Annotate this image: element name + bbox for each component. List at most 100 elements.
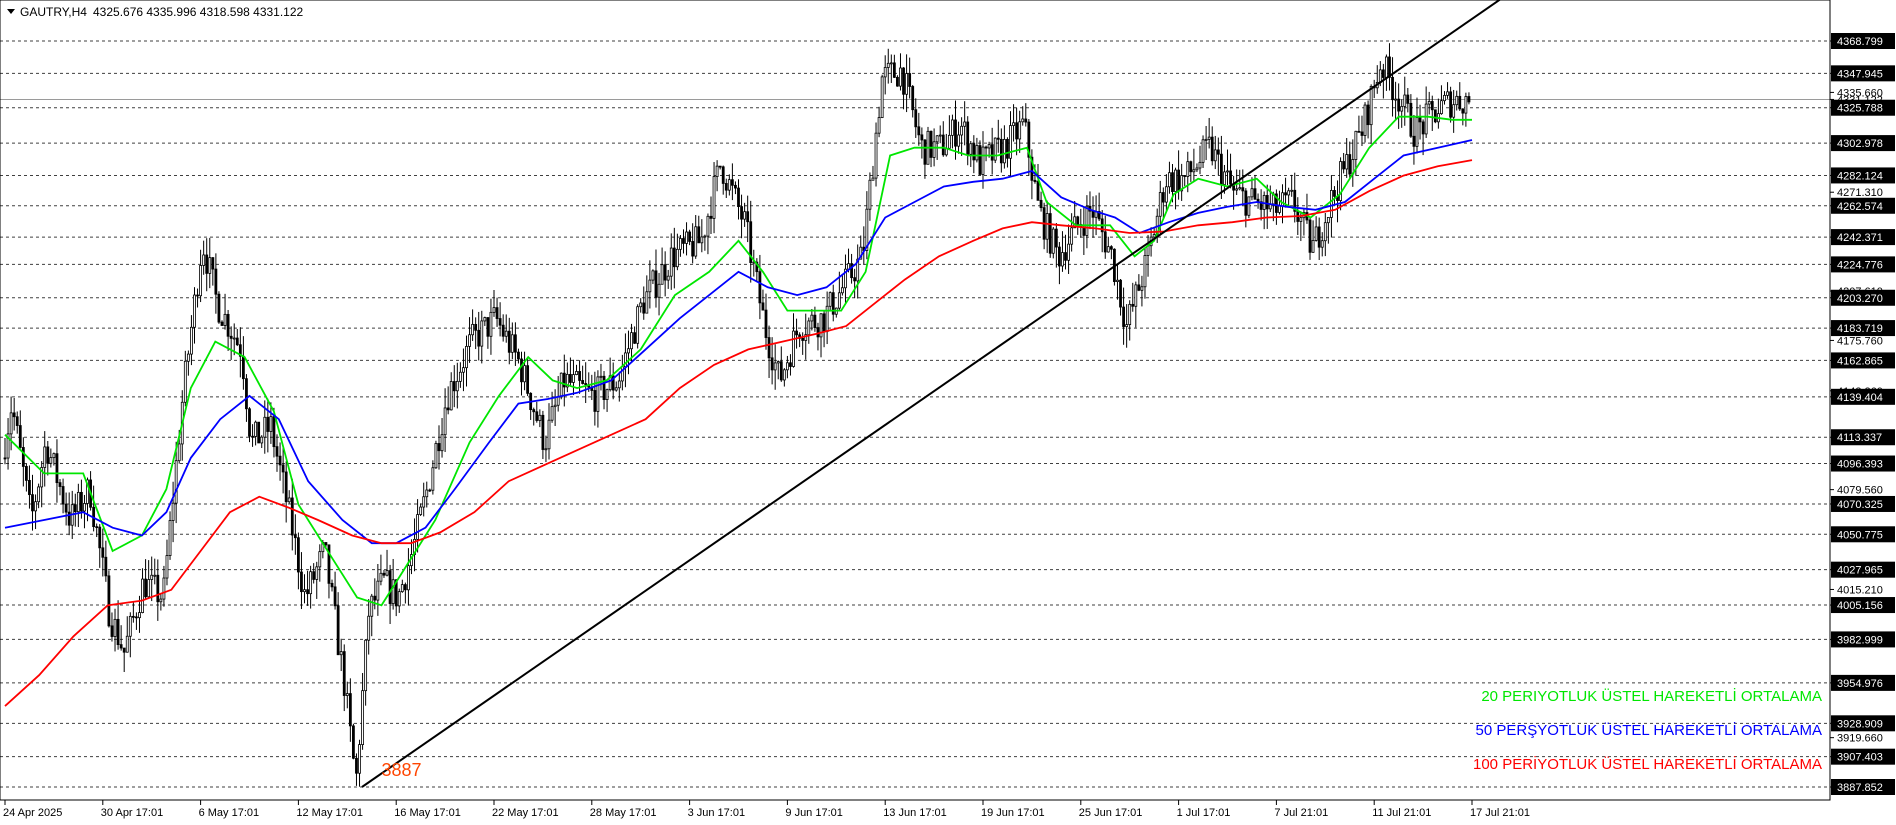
time-label: 30 Apr 17:01 bbox=[101, 807, 163, 819]
candle-body bbox=[1427, 101, 1431, 105]
candle-body bbox=[431, 467, 435, 491]
candle-body bbox=[101, 547, 105, 558]
candle-body bbox=[685, 231, 688, 244]
candle-body bbox=[471, 323, 475, 336]
candle-body bbox=[49, 457, 53, 464]
candle-body bbox=[874, 132, 878, 179]
candle-body bbox=[1103, 231, 1107, 253]
candle-body bbox=[18, 425, 22, 448]
candle-body bbox=[639, 302, 643, 308]
time-label: 6 May 17:01 bbox=[199, 807, 260, 819]
candle-body bbox=[1039, 199, 1043, 209]
candle-body bbox=[691, 241, 695, 257]
candle-body bbox=[954, 119, 957, 147]
candle-body bbox=[162, 577, 166, 600]
candle-body bbox=[1195, 167, 1199, 171]
candle-body bbox=[306, 589, 309, 595]
candle-body bbox=[758, 271, 762, 304]
candle-body bbox=[269, 416, 273, 432]
legend-ema100: 100 PERİYOTLUK ÜSTEL HAREKETLİ ORTALAMA bbox=[1473, 755, 1822, 773]
candle-body bbox=[388, 570, 392, 604]
candle-body bbox=[171, 502, 175, 521]
candle-body bbox=[520, 358, 523, 383]
candle-body bbox=[220, 321, 224, 326]
candle-body bbox=[1299, 217, 1303, 222]
candle-body bbox=[917, 126, 921, 136]
candle-body bbox=[391, 579, 395, 604]
candle-body bbox=[779, 361, 783, 381]
candle-body bbox=[880, 76, 884, 118]
price-label: 4262.574 bbox=[1837, 201, 1883, 213]
candle-body bbox=[437, 443, 441, 452]
candle-body bbox=[407, 565, 410, 591]
candle-body bbox=[651, 270, 655, 281]
price-label: 4027.965 bbox=[1837, 565, 1883, 577]
candle-body bbox=[902, 67, 905, 95]
candle-body bbox=[996, 137, 1000, 140]
candle-body bbox=[37, 486, 41, 503]
candle-body bbox=[196, 294, 199, 297]
candle-body bbox=[352, 725, 355, 759]
candle-body bbox=[633, 332, 636, 344]
candle-body bbox=[1116, 279, 1119, 282]
candle-body bbox=[12, 412, 16, 418]
candle-body bbox=[712, 176, 716, 219]
candle-body bbox=[52, 453, 56, 459]
candle-body bbox=[223, 313, 227, 326]
candle-body bbox=[947, 134, 951, 149]
candle-body bbox=[1326, 217, 1330, 224]
candle-body bbox=[486, 317, 490, 337]
candle-body bbox=[434, 443, 438, 469]
candle-body bbox=[229, 335, 233, 339]
candle-body bbox=[510, 334, 514, 353]
candle-body bbox=[507, 330, 511, 353]
candle-body bbox=[682, 238, 685, 244]
candle-body bbox=[95, 526, 99, 529]
candle-body bbox=[165, 555, 169, 579]
candle-body bbox=[1219, 153, 1223, 185]
candle-body bbox=[385, 570, 389, 576]
candle-body bbox=[336, 605, 340, 656]
candle-body bbox=[24, 466, 28, 481]
price-label: 4224.776 bbox=[1837, 259, 1883, 271]
candle-body bbox=[1183, 175, 1187, 177]
candle-body bbox=[1424, 103, 1428, 135]
candle-body bbox=[740, 206, 743, 220]
price-label: 3928.909 bbox=[1837, 718, 1883, 730]
candle-body bbox=[1070, 227, 1074, 245]
candle-body bbox=[477, 329, 481, 347]
candle-body bbox=[575, 371, 578, 375]
candle-body bbox=[46, 446, 50, 464]
candle-body bbox=[1024, 118, 1028, 123]
candle-body bbox=[688, 231, 691, 242]
candle-body bbox=[370, 595, 374, 617]
candle-body bbox=[281, 464, 285, 473]
candle-body bbox=[1204, 138, 1208, 141]
candle-body bbox=[403, 584, 407, 591]
candle-body bbox=[746, 211, 750, 223]
time-label: 19 Jun 17:01 bbox=[981, 807, 1045, 819]
chart-window[interactable]: 4271.310 4175.760 4079.560 4015.210 3919.660… bbox=[0, 0, 1896, 820]
price-label: 4162.865 bbox=[1837, 355, 1883, 367]
candle-body bbox=[550, 406, 554, 421]
candle-body bbox=[110, 625, 114, 637]
time-label: 16 May 17:01 bbox=[394, 807, 461, 819]
candle-body bbox=[382, 572, 386, 576]
candle-body bbox=[663, 264, 667, 281]
legend-ema50: 50 PERŞYOTLUK ÜSTEL HAREKETLİ ORTALAMA bbox=[1476, 721, 1823, 739]
candle-body bbox=[1323, 222, 1327, 242]
candle-body bbox=[443, 407, 447, 436]
candle-body bbox=[1012, 122, 1015, 126]
candle-body bbox=[1122, 306, 1125, 327]
candle-body bbox=[1015, 122, 1019, 140]
candle-body bbox=[761, 302, 765, 311]
price-chart[interactable]: 4271.310 4175.760 4079.560 4015.210 3919.660… bbox=[0, 0, 1896, 820]
price-label: 4139.404 bbox=[1837, 392, 1883, 404]
candle-body bbox=[345, 693, 349, 696]
candle-body bbox=[449, 381, 453, 411]
candle-body bbox=[627, 348, 630, 354]
price-label: 4005.156 bbox=[1837, 600, 1883, 612]
candle-body bbox=[379, 572, 383, 582]
candle-body bbox=[1461, 108, 1465, 114]
candle-body bbox=[523, 365, 526, 383]
